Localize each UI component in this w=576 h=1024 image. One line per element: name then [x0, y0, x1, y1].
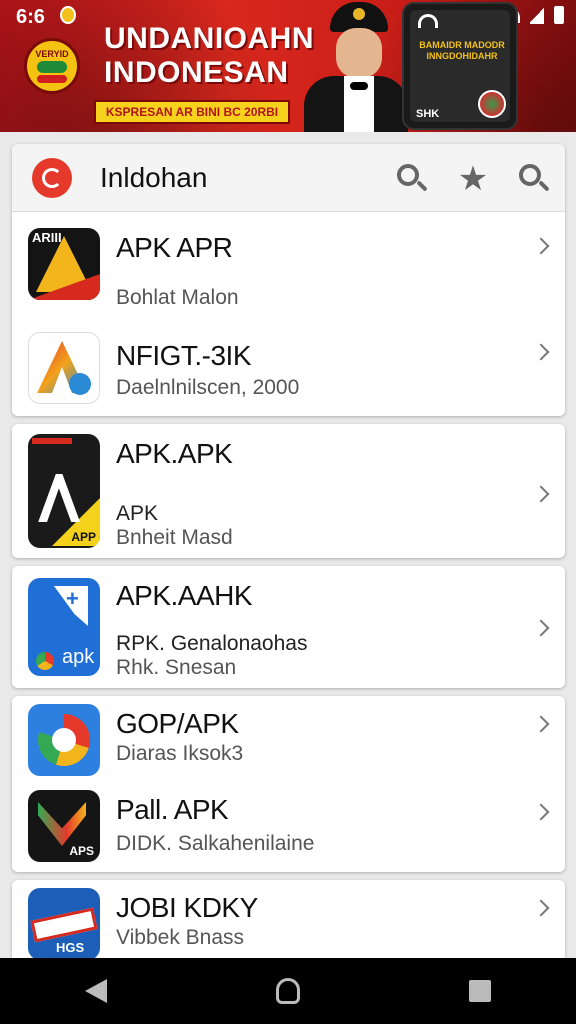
app-name: GOP/APK: [116, 708, 239, 739]
app-logo-icon[interactable]: [32, 157, 72, 198]
system-nav-bar: [0, 958, 576, 1024]
banner-title-line1: UNDANIOAHN: [104, 22, 314, 55]
app-list-card-4: GOP/APK Diaras Iksok3 APS Pall. APK DIDK…: [12, 696, 565, 872]
apk-a-black-icon: ARIII: [28, 228, 100, 300]
search-bar-actions: ★: [395, 162, 551, 196]
chevron-right-icon: [532, 619, 550, 637]
list-item[interactable]: ARIII APK APR Bohlat Malon: [12, 212, 565, 316]
app-subtitle: Bohlat Malon: [116, 286, 239, 309]
chevron-right-icon: [532, 343, 550, 361]
cap-badge: [353, 8, 365, 20]
phone-text: BAMAIDR MADODR INNGDOHIDAHR: [419, 40, 505, 61]
bowtie-shape: [350, 82, 368, 90]
app-subtitle-2: Bnheit Masd: [116, 526, 233, 549]
search-bar: Inldohan ★: [12, 144, 565, 212]
phone-footer: SHK: [416, 108, 440, 120]
apk-blue-icon: + apk: [28, 578, 100, 676]
app-subtitle: Vibbek Bnass: [116, 926, 245, 949]
apk-gradient-icon: [28, 332, 100, 404]
face-shape: [336, 28, 382, 78]
chevron-right-icon: [532, 485, 550, 503]
app-name: APK.AAHK: [116, 580, 253, 611]
app-subtitle: Daelnlnilscen, 2000: [116, 376, 300, 399]
chevron-right-icon: [532, 237, 550, 255]
icon-label: APS: [69, 844, 94, 858]
chevron-right-icon: [532, 715, 550, 733]
apk-v-icon: APS: [28, 790, 100, 862]
search-icon[interactable]: [517, 162, 551, 196]
promo-banner[interactable]: 6:6 VERYID UNDANIOAHN INDONESAN KSPRESAN…: [0, 0, 576, 132]
apk-ring-icon: [28, 704, 100, 776]
chevron-right-icon: [532, 899, 550, 917]
banner-title: UNDANIOAHN INDONESAN: [104, 22, 314, 90]
banner-person-image: [300, 0, 410, 132]
list-item[interactable]: GOP/APK Diaras Iksok3: [12, 696, 565, 784]
battery-icon: [554, 6, 564, 24]
status-time: 6:6: [16, 6, 45, 28]
app-name: Pall. APK: [116, 794, 229, 825]
list-item[interactable]: + apk APK.AAHK RPK. Genalonaohas Rhk. Sn…: [12, 566, 565, 688]
app-list-card-1: Inldohan ★ ARIII APK APR Bohlat Malon NF…: [12, 144, 565, 416]
app-name: JOBI KDKY: [116, 892, 258, 923]
recent-apps-icon[interactable]: [469, 980, 492, 1002]
banner-logo-badge: VERYID: [24, 38, 80, 94]
badge-red-bar: [37, 75, 67, 83]
app-subtitle: RPK. Genalonaohas: [116, 632, 308, 655]
banner-title-line2: INDONESAN: [104, 56, 289, 89]
chevron-right-icon: [532, 803, 550, 821]
banner-strip: KSPRESAN AR BINI BC 20RBI: [94, 100, 290, 124]
badge-green-bar: [37, 61, 67, 73]
list-item[interactable]: NFIGT.-3IK Daelnlnilscen, 2000: [12, 316, 565, 416]
search-bar-title: Inldohan: [100, 161, 208, 193]
signal-icon: [530, 6, 544, 24]
app-name: APK APR: [116, 232, 233, 263]
app-subtitle: DIDK. Salkahenilaine: [116, 832, 315, 855]
apk-app-icon: APP: [28, 434, 100, 548]
apk-stamp-icon: HGS: [28, 888, 100, 960]
notification-icon: [60, 6, 76, 24]
back-icon[interactable]: [84, 979, 107, 1003]
icon-label: apk: [62, 646, 95, 668]
home-icon[interactable]: [275, 978, 300, 1004]
app-name: NFIGT.-3IK: [116, 340, 252, 371]
banner-phone-image: BAMAIDR MADODR INNGDOHIDAHR SHK: [402, 2, 518, 130]
app-list-card-2: APP APK.APK APK Bnheit Masd: [12, 424, 565, 558]
badge-text: VERYID: [35, 49, 69, 59]
app-name: APK.APK: [116, 438, 233, 469]
list-item[interactable]: APP APK.APK APK Bnheit Masd: [12, 424, 565, 558]
star-icon[interactable]: ★: [455, 162, 491, 196]
app-subtitle: Diaras Iksok3: [116, 742, 244, 765]
icon-label: APP: [71, 530, 96, 544]
ball-icon: [478, 90, 506, 118]
icon-label: HGS: [56, 940, 85, 955]
list-item[interactable]: APS Pall. APK DIDK. Salkahenilaine: [12, 784, 565, 872]
icon-label: ARIII: [32, 230, 62, 245]
phone-wifi-icon: [418, 14, 438, 28]
app-subtitle-2: Rhk. Snesan: [116, 656, 237, 679]
app-list-card-3: + apk APK.AAHK RPK. Genalonaohas Rhk. Sn…: [12, 566, 565, 688]
app-subtitle: APK: [116, 502, 159, 525]
search-icon[interactable]: [395, 162, 429, 196]
